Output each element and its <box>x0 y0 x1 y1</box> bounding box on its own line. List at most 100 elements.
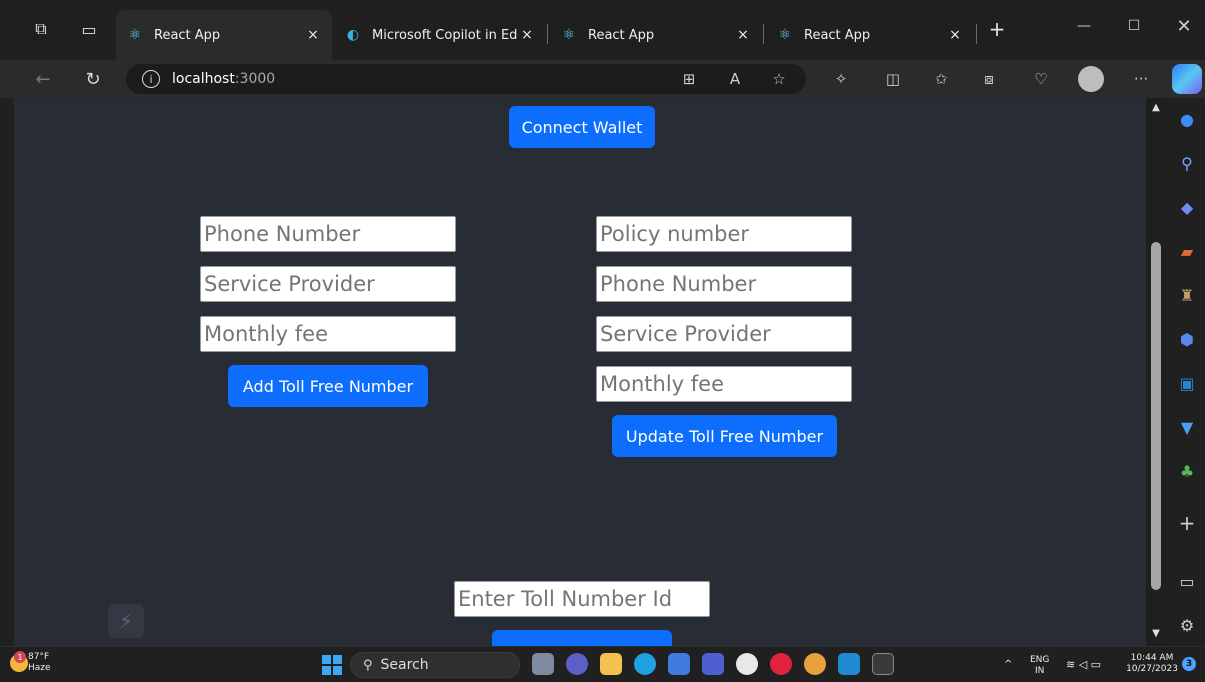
teams-chat-icon[interactable] <box>566 653 588 675</box>
copilot-icon[interactable] <box>1172 64 1202 94</box>
weather-condition: Haze <box>28 663 51 673</box>
scroll-down-arrow-icon[interactable]: ▼ <box>1150 626 1162 640</box>
tab-react-app-1[interactable]: ⚛ React App × <box>116 10 332 60</box>
tray-chevron-icon[interactable]: ^ <box>1004 659 1012 670</box>
close-window-button[interactable]: ✕ <box>1164 12 1204 40</box>
terminal-icon[interactable] <box>872 653 894 675</box>
page-viewport: Connect Wallet Add Toll Free Number Upda… <box>14 98 1146 646</box>
tab-react-app-3[interactable]: ⚛ React App × <box>766 10 974 60</box>
task-view-icon[interactable] <box>532 653 554 675</box>
settings-gear-icon[interactable]: ⚙ <box>1176 614 1198 636</box>
scroll-thumb[interactable] <box>1151 242 1161 590</box>
address-toolbar: ← ↻ i localhost :3000 ⊞ A ☆ ✧ ◫ ✩ ⧇ ♡ ··… <box>0 60 1205 98</box>
maximize-button[interactable]: ☐ <box>1114 12 1154 40</box>
tab-close-icon[interactable]: × <box>946 27 964 43</box>
tools-briefcase-icon[interactable]: ▰ <box>1176 240 1198 262</box>
outlook-icon[interactable]: ▣ <box>1176 372 1198 394</box>
weather-badge: 1 <box>14 651 26 663</box>
weather-widget[interactable]: 87°F Haze <box>28 652 51 674</box>
add-phone-number-input[interactable] <box>200 216 456 252</box>
clock[interactable]: 10:44 AM 10/27/2023 <box>1124 653 1180 675</box>
browser-essentials-icon[interactable]: ♡ <box>1030 68 1052 90</box>
opera-icon[interactable] <box>770 653 792 675</box>
store-icon[interactable] <box>668 653 690 675</box>
windows-taskbar: 1 87°F Haze ⚲ Search ^ ENG IN ≋ ◁ ▭ 10:4… <box>0 646 1205 682</box>
lookup-toll-number-button[interactable] <box>492 630 672 646</box>
windows-start-icon[interactable] <box>322 655 342 675</box>
screen: ⧉ ▭ ⚛ React App × ◐ Microsoft Copilot in… <box>0 0 1205 682</box>
sidebar-toggle-icon[interactable]: ▭ <box>1176 570 1198 592</box>
edge-taskbar-icon[interactable] <box>634 653 656 675</box>
url-port: :3000 <box>234 71 276 87</box>
toll-number-id-input[interactable] <box>454 581 710 617</box>
language-indicator[interactable]: ENG IN <box>1030 655 1049 677</box>
extensions-icon[interactable]: ✧ <box>830 68 852 90</box>
search-icon[interactable]: ⚲ <box>1176 152 1198 174</box>
update-phone-number-input[interactable] <box>596 266 852 302</box>
update-monthly-fee-input[interactable] <box>596 366 852 402</box>
update-service-provider-input[interactable] <box>596 316 852 352</box>
add-service-provider-input[interactable] <box>200 266 456 302</box>
tab-label: React App <box>804 27 871 43</box>
tab-close-icon[interactable]: × <box>304 27 322 43</box>
network-volume-battery-icon[interactable]: ≋ ◁ ▭ <box>1066 659 1101 670</box>
react-icon: ⚛ <box>778 27 792 43</box>
tab-label: React App <box>588 27 655 43</box>
back-arrow-icon[interactable]: ← <box>30 66 56 92</box>
clock-date: 10/27/2023 <box>1126 664 1178 674</box>
app-available-icon[interactable]: ⊞ <box>678 68 700 90</box>
tab-actions-icon[interactable]: ▭ <box>78 18 100 40</box>
address-bar[interactable]: i localhost :3000 <box>126 64 806 94</box>
collections-icon[interactable]: ⧇ <box>978 68 1000 90</box>
add-monthly-fee-input[interactable] <box>200 316 456 352</box>
search-label: Search <box>380 657 429 673</box>
refresh-icon[interactable]: ↻ <box>80 66 106 92</box>
new-tab-button[interactable]: + <box>986 17 1008 41</box>
app-icon[interactable] <box>702 653 724 675</box>
clock-time: 10:44 AM <box>1130 653 1174 663</box>
notification-count-badge[interactable]: 3 <box>1182 657 1196 671</box>
info-icon[interactable]: i <box>142 70 160 88</box>
language-region: IN <box>1035 666 1045 676</box>
tab-label: React App <box>154 27 221 43</box>
workspaces-icon[interactable]: ⧉ <box>30 18 52 40</box>
games-icon[interactable]: ♜ <box>1176 284 1198 306</box>
minimize-button[interactable]: — <box>1064 12 1104 40</box>
read-aloud-icon[interactable]: A <box>724 68 746 90</box>
connect-wallet-button[interactable]: Connect Wallet <box>509 106 655 148</box>
add-toll-free-number-button[interactable]: Add Toll Free Number <box>228 365 428 407</box>
tab-microsoft-copilot[interactable]: ◐ Microsoft Copilot in Edg × <box>334 10 546 60</box>
profile-avatar[interactable] <box>1078 66 1104 92</box>
tab-label: Microsoft Copilot in Edg <box>372 27 518 43</box>
tab-separator <box>547 24 548 44</box>
tree-icon[interactable]: ♣ <box>1176 460 1198 482</box>
language-code: ENG <box>1030 655 1050 665</box>
split-screen-icon[interactable]: ◫ <box>882 68 904 90</box>
add-sidebar-app-icon[interactable]: + <box>1176 511 1198 535</box>
tab-close-icon[interactable]: × <box>734 27 752 43</box>
more-menu-icon[interactable]: ··· <box>1130 68 1152 90</box>
taskbar-search[interactable]: ⚲ Search <box>350 652 520 678</box>
chrome-icon[interactable] <box>804 653 826 675</box>
react-icon: ⚛ <box>128 27 142 43</box>
shopping-tag-icon[interactable]: ◆ <box>1176 196 1198 218</box>
url-host: localhost <box>172 71 235 87</box>
favorites-icon[interactable]: ✩ <box>930 68 952 90</box>
microsoft-365-icon[interactable]: ⬢ <box>1176 328 1198 350</box>
favorite-star-icon[interactable]: ☆ <box>768 68 790 90</box>
whatsapp-icon[interactable] <box>736 653 758 675</box>
vscode-icon[interactable] <box>838 653 860 675</box>
tab-close-icon[interactable]: × <box>518 27 536 43</box>
notification-bell-icon[interactable]: ● <box>1176 108 1198 130</box>
update-policy-number-input[interactable] <box>596 216 852 252</box>
tab-react-app-2[interactable]: ⚛ React App × <box>550 10 762 60</box>
tab-separator <box>976 24 977 44</box>
file-explorer-icon[interactable] <box>600 653 622 675</box>
weather-temp: 87°F <box>28 652 50 662</box>
dev-tool-icon[interactable]: ⚡ <box>108 604 144 638</box>
search-icon: ⚲ <box>363 657 373 673</box>
browser-tab-bar: ⧉ ▭ ⚛ React App × ◐ Microsoft Copilot in… <box>0 0 1205 60</box>
drop-icon[interactable]: ▼ <box>1176 416 1198 438</box>
update-toll-free-number-button[interactable]: Update Toll Free Number <box>612 415 837 457</box>
scroll-up-arrow-icon[interactable]: ▲ <box>1150 100 1162 114</box>
